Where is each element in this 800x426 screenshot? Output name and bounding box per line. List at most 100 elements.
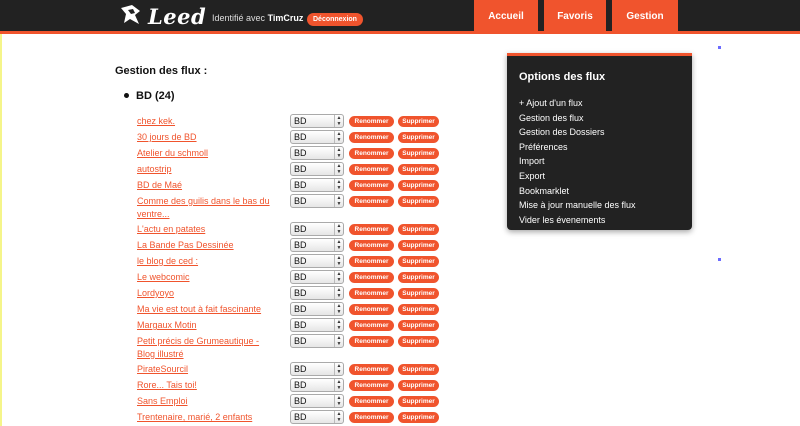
select-arrows-icon: ▲ ▼ [334,411,343,423]
rename-button[interactable]: Renommer [349,132,394,143]
options-menu-item[interactable]: Gestion des Dossiers [519,125,636,140]
nav-favoris[interactable]: Favoris [544,0,606,34]
folder-select[interactable]: BD ▲ ▼ [290,410,344,424]
options-menu-item[interactable]: Gestion des flux [519,111,636,126]
folder-select-value: BD [294,336,307,346]
folder-select[interactable]: BD ▲ ▼ [290,334,344,348]
feed-row: L'actu en patates BD ▲ ▼ Renommer Supprimer [137,222,457,238]
rename-button[interactable]: Renommer [349,116,394,127]
folder-select[interactable]: BD ▲ ▼ [290,254,344,268]
feed-row: Trentenaire, marié, 2 enfants BD ▲ ▼ Renomme… [137,410,457,426]
feed-link[interactable]: Petit précis de Grumeautique - Blog illu… [137,335,277,361]
folder-select[interactable]: BD ▲ ▼ [290,222,344,236]
delete-button[interactable]: Supprimer [398,272,439,283]
folder-select[interactable]: BD ▲ ▼ [290,318,344,332]
feed-link[interactable]: Ma vie est tout à fait fascinante [137,303,277,316]
rename-button[interactable]: Renommer [349,224,394,235]
delete-button[interactable]: Supprimer [398,148,439,159]
folder-select[interactable]: BD ▲ ▼ [290,178,344,192]
delete-button[interactable]: Supprimer [398,164,439,175]
folder-select[interactable]: BD ▲ ▼ [290,162,344,176]
feed-link[interactable]: le blog de ced : [137,255,277,268]
folder-select-value: BD [294,380,307,390]
delete-button[interactable]: Supprimer [398,288,439,299]
feed-link[interactable]: 30 jours de BD [137,131,277,144]
folder-select[interactable]: BD ▲ ▼ [290,362,344,376]
options-menu-item[interactable]: Export [519,169,636,184]
feed-link[interactable]: PirateSourcil [137,363,277,376]
delete-button[interactable]: Supprimer [398,132,439,143]
feed-row: Ma vie est tout à fait fascinante BD ▲ ▼ Ren… [137,302,457,318]
feed-link[interactable]: BD de Maé [137,179,277,192]
folder-select[interactable]: BD ▲ ▼ [290,238,344,252]
feed-row: PirateSourcil BD ▲ ▼ Renommer Supprimer [137,362,457,378]
rename-button[interactable]: Renommer [349,256,394,267]
rename-button[interactable]: Renommer [349,180,394,191]
logout-button[interactable]: Déconnexion [307,13,363,26]
rename-button[interactable]: Renommer [349,320,394,331]
rename-button[interactable]: Renommer [349,288,394,299]
feed-link[interactable]: autostrip [137,163,277,176]
rename-button[interactable]: Renommer [349,336,394,347]
app-logo-text[interactable]: Leed [148,4,206,29]
delete-button[interactable]: Supprimer [398,240,439,251]
rename-button[interactable]: Renommer [349,380,394,391]
feed-link[interactable]: Le webcomic [137,271,277,284]
rename-button[interactable]: Renommer [349,196,394,207]
nav-accueil[interactable]: Accueil [474,0,538,34]
folder-select[interactable]: BD ▲ ▼ [290,286,344,300]
options-menu-item[interactable]: Vider les évenements [519,213,636,228]
options-menu-item[interactable]: Import [519,154,636,169]
rename-button[interactable]: Renommer [349,272,394,283]
rename-button[interactable]: Renommer [349,148,394,159]
rename-button[interactable]: Renommer [349,364,394,375]
rename-button[interactable]: Renommer [349,412,394,423]
page-title: Gestion des flux : [115,65,208,77]
feed-link[interactable]: Lordyoyo [137,287,277,300]
options-menu-item[interactable]: Mise à jour manuelle des flux [519,198,636,213]
rename-button[interactable]: Renommer [349,164,394,175]
delete-button[interactable]: Supprimer [398,256,439,267]
feed-row: Sans Emploi BD ▲ ▼ Renommer Supprimer [137,394,457,410]
delete-button[interactable]: Supprimer [398,180,439,191]
delete-button[interactable]: Supprimer [398,196,439,207]
feed-link[interactable]: La Bande Pas Dessinée [137,239,277,252]
options-menu-item[interactable]: Préférences [519,140,636,155]
delete-button[interactable]: Supprimer [398,304,439,315]
feed-link[interactable]: Rore... Tais toi! [137,379,277,392]
folder-select[interactable]: BD ▲ ▼ [290,194,344,208]
folder-select[interactable]: BD ▲ ▼ [290,378,344,392]
nav-gestion[interactable]: Gestion [612,0,678,34]
feed-link[interactable]: Trentenaire, marié, 2 enfants [137,411,277,424]
feed-link[interactable]: Sans Emploi [137,395,277,408]
options-menu-item[interactable]: + Ajout d'un flux [519,96,636,111]
folder-label: BD (24) [136,90,175,102]
rename-button[interactable]: Renommer [349,240,394,251]
folder-select[interactable]: BD ▲ ▼ [290,270,344,284]
rename-button[interactable]: Renommer [349,304,394,315]
feed-link[interactable]: Margaux Motin [137,319,277,332]
feed-link[interactable]: chez kek. [137,115,277,128]
delete-button[interactable]: Supprimer [398,380,439,391]
delete-button[interactable]: Supprimer [398,336,439,347]
folder-select-value: BD [294,320,307,330]
feed-link[interactable]: Comme des guilis dans le bas du ventre..… [137,195,277,221]
rename-button[interactable]: Renommer [349,396,394,407]
delete-button[interactable]: Supprimer [398,396,439,407]
delete-button[interactable]: Supprimer [398,412,439,423]
delete-button[interactable]: Supprimer [398,320,439,331]
folder-select[interactable]: BD ▲ ▼ [290,146,344,160]
folder-select-value: BD [294,364,307,374]
folder-select[interactable]: BD ▲ ▼ [290,302,344,316]
delete-button[interactable]: Supprimer [398,224,439,235]
bullet-icon [124,92,129,98]
delete-button[interactable]: Supprimer [398,116,439,127]
options-menu-item[interactable]: Bookmarklet [519,184,636,199]
folder-select[interactable]: BD ▲ ▼ [290,130,344,144]
folder-select[interactable]: BD ▲ ▼ [290,394,344,408]
feed-link[interactable]: L'actu en patates [137,223,277,236]
page-edge [0,0,2,426]
folder-select[interactable]: BD ▲ ▼ [290,114,344,128]
delete-button[interactable]: Supprimer [398,364,439,375]
feed-link[interactable]: Atelier du schmoll [137,147,277,160]
